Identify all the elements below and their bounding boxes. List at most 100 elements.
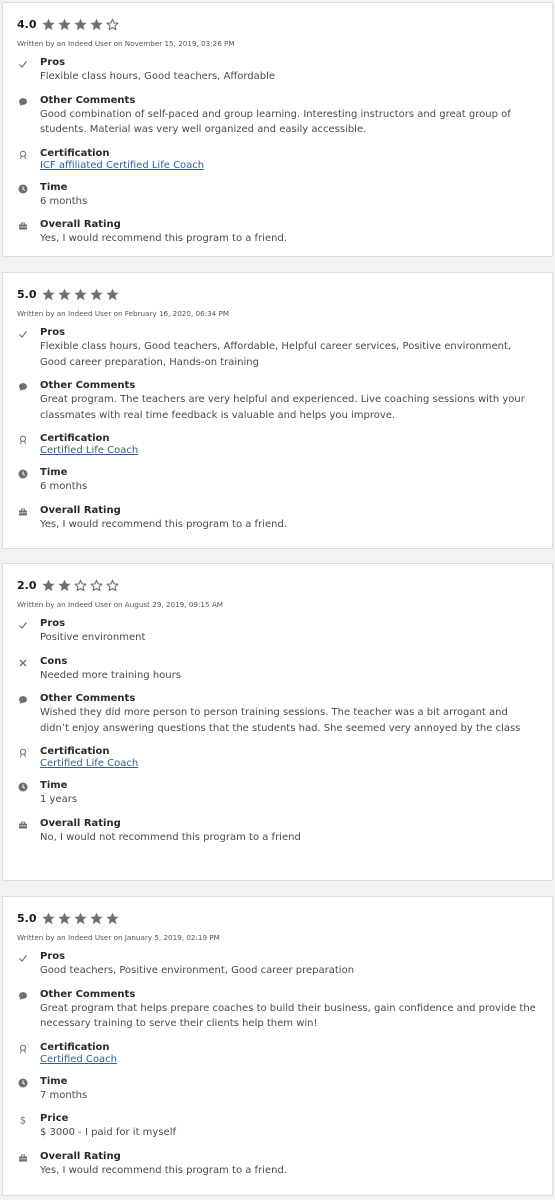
star-filled-icon: [57, 578, 72, 593]
review-section-time: Time 7 months: [17, 1075, 538, 1104]
section-title: Certification: [40, 433, 110, 444]
section-title: Overall Rating: [40, 817, 121, 829]
review-section-pros: Pros Flexible class hours, Good teachers,…: [17, 326, 538, 370]
rating-row: 4.0: [17, 14, 538, 34]
review-section-price: $ Price $ 3000 - I paid for it myself: [17, 1112, 538, 1141]
review-section-comments: Other Comments Great program that helps p…: [17, 988, 538, 1032]
review-section-time: Time 6 months: [17, 181, 538, 210]
section-title: Overall Rating: [40, 1150, 121, 1162]
section-body: Time 1 years: [40, 779, 538, 808]
certification-link[interactable]: Certified Coach: [40, 1054, 538, 1066]
section-title: Other Comments: [40, 693, 136, 704]
briefcase-icon: [17, 1150, 40, 1179]
review-byline: Written by an Indeed User on February 16…: [17, 309, 230, 318]
section-title: Pros: [40, 951, 66, 962]
review-section-overall: Overall Rating No, I would not recommend …: [17, 817, 538, 846]
speech-bubble-icon: [17, 692, 40, 736]
star-filled-icon: [57, 17, 72, 32]
briefcase-icon: [17, 817, 40, 846]
star-filled-icon: [73, 17, 88, 32]
award-ribbon-icon: [17, 147, 40, 172]
review-section-comments: Other Comments Good combination of self-p…: [17, 94, 538, 138]
star-filled-icon: [89, 911, 104, 926]
review-section-certification: Certification ICF affiliated Certified Li…: [17, 147, 538, 172]
review-section-certification: Certification Certified Life Coach: [17, 745, 538, 770]
award-ribbon-icon: [17, 745, 40, 770]
section-value: Yes, I would recommend this program to a…: [40, 518, 287, 530]
section-title: Certification: [40, 746, 110, 757]
section-value: Yes, I would recommend this program to a…: [40, 233, 287, 244]
section-body: Time 7 months: [40, 1075, 538, 1104]
star-empty-icon: [105, 17, 120, 32]
star-filled-icon: [41, 578, 56, 593]
section-value: No, I would not recommend this program t…: [40, 831, 301, 843]
star-rating: [41, 578, 120, 593]
review-card: 4.0 Written by an Indeed User on Novembe…: [2, 2, 553, 257]
star-empty-icon: [89, 578, 104, 593]
section-value: Wished they did more person to person tr…: [40, 707, 521, 734]
review-section-overall: Overall Rating Yes, I would recommend thi…: [17, 1150, 538, 1179]
review-section-pros: Pros Positive environment: [17, 617, 538, 646]
review-section-time: Time 6 months: [17, 466, 538, 495]
rating-value: 4.0: [17, 17, 37, 31]
star-filled-icon: [73, 911, 88, 926]
review-section-pros: Pros Good teachers, Positive environment,…: [17, 950, 538, 979]
section-title: Other Comments: [40, 380, 136, 391]
certification-link[interactable]: Certified Life Coach: [40, 445, 538, 457]
section-body: Overall Rating Yes, I would recommend thi…: [40, 1150, 538, 1179]
section-body: Cons Needed more training hours: [40, 655, 538, 684]
review-card: 5.0 Written by an Indeed User on Februar…: [2, 272, 553, 549]
star-filled-icon: [89, 17, 104, 32]
svg-text:$: $: [20, 1116, 26, 1125]
section-value: Flexible class hours, Good teachers, Aff…: [40, 71, 276, 82]
rating-row: 5.0: [17, 284, 538, 304]
section-value: Yes, I would recommend this program to a…: [40, 1164, 287, 1176]
star-filled-icon: [41, 17, 56, 32]
section-title: Certification: [40, 147, 110, 159]
rating-row: 5.0: [17, 908, 538, 928]
checkmark-icon: [17, 950, 40, 979]
section-body: Time 6 months: [40, 181, 538, 210]
certification-link[interactable]: ICF affiliated Certified Life Coach: [40, 160, 538, 172]
clock-icon: [17, 181, 40, 210]
section-value: Flexible class hours, Good teachers, Aff…: [40, 341, 512, 368]
section-title: Other Comments: [40, 988, 136, 1000]
section-title: Price: [40, 1113, 69, 1124]
star-filled-icon: [105, 287, 120, 302]
star-filled-icon: [105, 911, 120, 926]
review-byline: Written by an Indeed User on November 15…: [17, 39, 235, 48]
review-card: 5.0 Written by an Indeed User on January…: [2, 896, 553, 1196]
section-value: Positive environment: [40, 632, 146, 643]
speech-bubble-icon: [17, 988, 40, 1032]
section-title: Pros: [40, 327, 66, 338]
speech-bubble-icon: [17, 379, 40, 423]
star-filled-icon: [41, 287, 56, 302]
speech-bubble-icon: [17, 94, 40, 138]
section-title: Time: [40, 780, 68, 791]
review-section-cons: Cons Needed more training hours: [17, 655, 538, 684]
star-filled-icon: [73, 287, 88, 302]
section-value: 6 months: [40, 481, 88, 492]
section-body: Other Comments Good combination of self-p…: [40, 94, 538, 138]
review-section-time: Time 1 years: [17, 779, 538, 808]
section-title: Pros: [40, 57, 66, 68]
section-value: Needed more training hours: [40, 669, 181, 681]
review-byline: Written by an Indeed User on January 5, …: [17, 933, 220, 942]
certification-link[interactable]: Certified Life Coach: [40, 758, 538, 770]
rating-value: 5.0: [17, 287, 37, 301]
section-body: Overall Rating Yes, I would recommend thi…: [40, 218, 538, 247]
section-body: Pros Good teachers, Positive environment,…: [40, 950, 538, 979]
section-value: Great program. The teachers are very hel…: [40, 394, 525, 421]
award-ribbon-icon: [17, 1041, 40, 1066]
section-value: 6 months: [40, 195, 88, 207]
clock-icon: [17, 466, 40, 495]
star-empty-icon: [105, 578, 120, 593]
section-value: Good teachers, Positive environment, Goo…: [40, 965, 355, 976]
briefcase-icon: [17, 218, 40, 247]
checkmark-icon: [17, 617, 40, 646]
section-body: Certification Certified Life Coach: [40, 745, 538, 770]
dollar-icon: $: [17, 1112, 40, 1141]
review-section-certification: Certification Certified Life Coach: [17, 432, 538, 457]
review-section-certification: Certification Certified Coach: [17, 1041, 538, 1066]
star-filled-icon: [57, 287, 72, 302]
